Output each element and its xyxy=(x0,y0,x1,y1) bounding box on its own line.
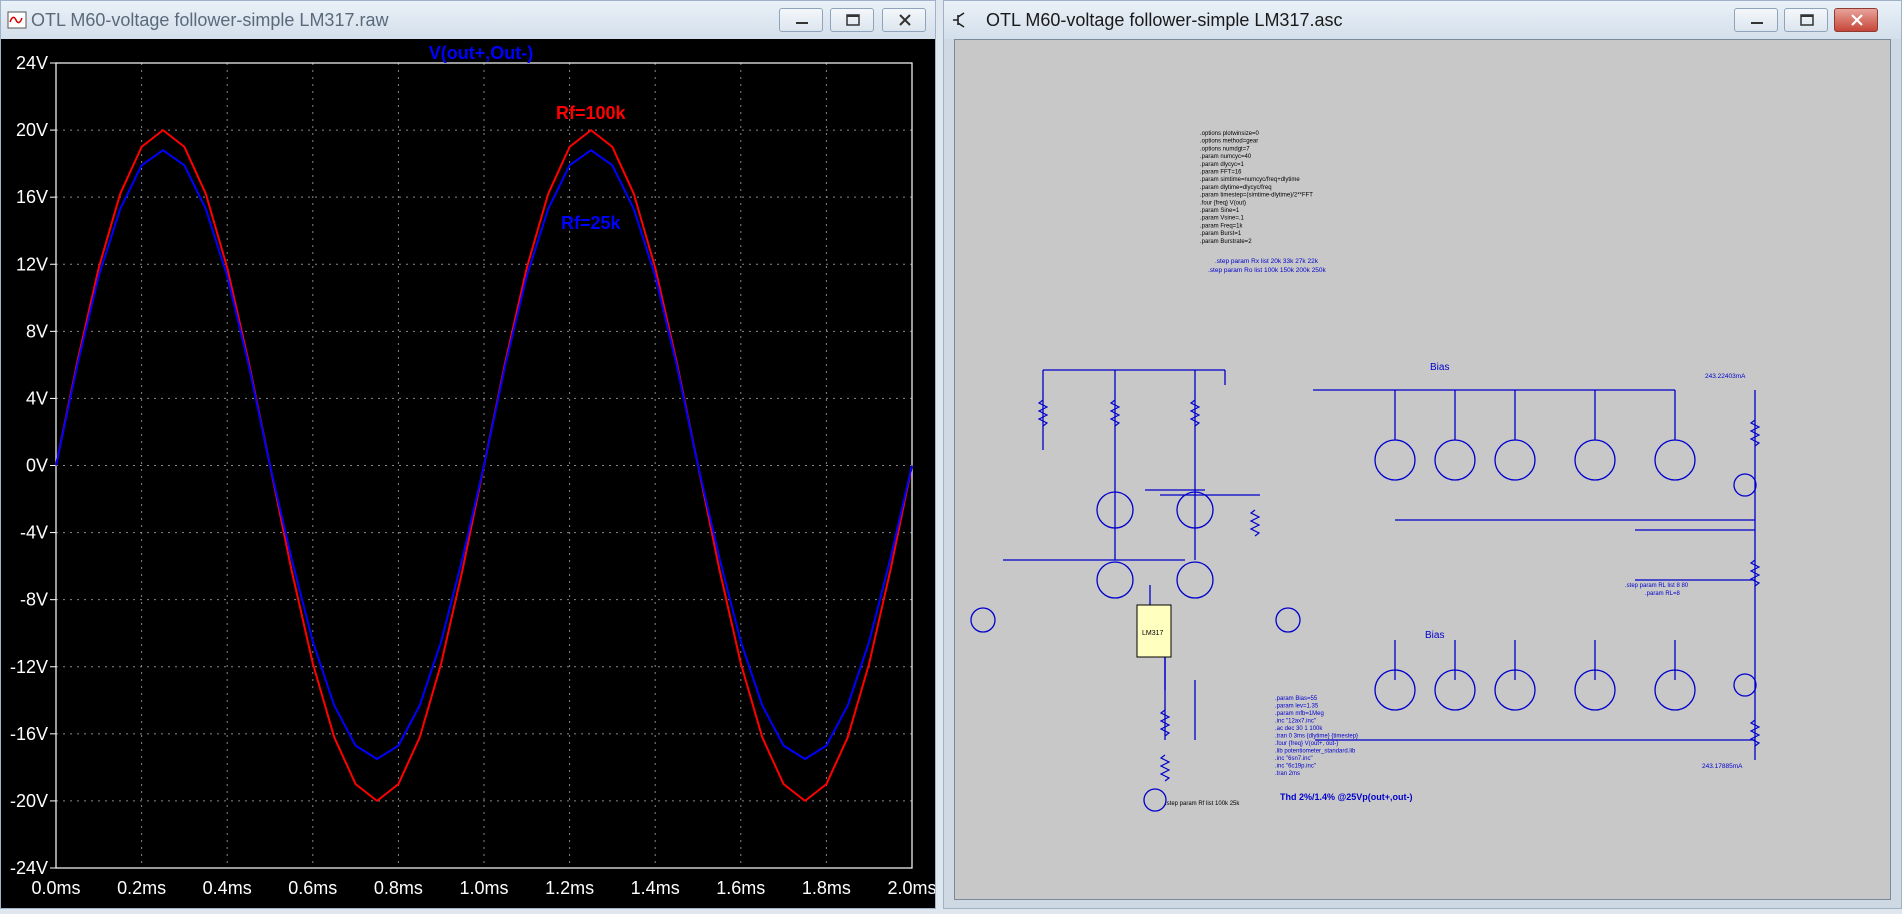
param-directives: .param Bias=55 .param lev=1.35.param mfb=… xyxy=(1275,696,1358,777)
x-tick-label: 0.0ms xyxy=(31,878,80,898)
close-icon xyxy=(1851,14,1863,26)
x-tick-label: 0.2ms xyxy=(117,878,166,898)
schematic-close-button[interactable] xyxy=(1834,8,1878,32)
schematic-canvas[interactable]: .options plotwinsize=0 .options method=ge… xyxy=(954,39,1891,900)
y-tick-label: 4V xyxy=(26,388,48,408)
x-tick-label: 1.8ms xyxy=(802,878,851,898)
maximize-button[interactable] xyxy=(830,8,874,32)
x-tick-label: 0.8ms xyxy=(374,878,423,898)
param-line-2: .param mfb=1Meg xyxy=(1275,711,1324,717)
x-tick-label: 1.0ms xyxy=(459,878,508,898)
maximize-icon xyxy=(846,14,860,26)
param-line-6: .four {freq} V(out+, out-) xyxy=(1275,741,1338,747)
directive-line-3: .param numcyc=40 xyxy=(1200,154,1252,160)
waveform-plot-area[interactable]: 0.0ms 0.2ms 0.4ms 0.6ms 0.8ms 1.0ms 1.2ms 1.4ms… xyxy=(1,39,937,909)
schematic-titlebar[interactable]: OTL M60-voltage follower-simple LM317.as… xyxy=(944,1,1901,39)
x-tick-label: 0.6ms xyxy=(288,878,337,898)
waveform-window-title: OTL M60-voltage follower-simple LM317.ra… xyxy=(31,10,389,30)
current-top: 243.22403mA xyxy=(1705,373,1746,380)
y-tick-label: 8V xyxy=(26,321,48,341)
directive-line-6: .param simtime=numcyc/freq+dlytime xyxy=(1200,177,1300,183)
lm317-label: LM317 xyxy=(1142,630,1164,637)
thd-annotation: Thd 2%/1.4% @25Vp(out+,out-) xyxy=(1280,792,1413,802)
x-tick-label: 0.4ms xyxy=(203,878,252,898)
param-line-5: .tran 0 3ms {dlytime} {timestep} xyxy=(1275,734,1358,740)
y-tick-label: -4V xyxy=(20,523,48,543)
label-rf100k: Rf=100k xyxy=(556,103,627,123)
directive-line-14: .param Burstrate=2 xyxy=(1200,239,1252,245)
directive-line-9: .four {freq} V(out) xyxy=(1200,200,1246,206)
label-rf25k: Rf=25k xyxy=(561,213,622,233)
directive-line-11: .param Vsine=.1 xyxy=(1200,216,1245,222)
directive-line-0: .options plotwinsize=0 xyxy=(1200,131,1260,137)
y-tick-label: 24V xyxy=(16,53,48,73)
directive-line-2: .options numdgt=7 xyxy=(1200,146,1250,152)
waveform-window[interactable]: OTL M60-voltage follower-simple LM317.ra… xyxy=(0,0,937,909)
current-bottom: 243.17885mA xyxy=(1702,763,1743,770)
waveform-titlebar[interactable]: OTL M60-voltage follower-simple LM317.ra… xyxy=(1,1,935,39)
directive-line-12: .param Freq=1k xyxy=(1200,223,1244,229)
schematic-minimize-button[interactable] xyxy=(1734,8,1778,32)
param-line-9: .inc "6c19p.inc" xyxy=(1275,764,1316,770)
bias-label-top: Bias xyxy=(1430,362,1449,373)
bias-label-bottom: Bias xyxy=(1425,630,1444,641)
directive-line-7: .param dlytime=dlycyc/freq xyxy=(1200,185,1272,191)
schematic-app-icon xyxy=(953,12,965,28)
schematic-window-title: OTL M60-voltage follower-simple LM317.as… xyxy=(986,10,1343,30)
y-tick-label: -20V xyxy=(10,791,48,811)
maximize-icon xyxy=(1800,14,1814,26)
minimize-icon xyxy=(796,22,808,24)
schematic-maximize-button[interactable] xyxy=(1784,8,1828,32)
y-tick-label: 12V xyxy=(16,254,48,274)
y-tick-label: -24V xyxy=(10,858,48,878)
y-tick-label: -12V xyxy=(10,657,48,677)
y-tick-label: -8V xyxy=(20,590,48,610)
y-tick-label: -16V xyxy=(10,724,48,744)
plot-title: V(out+,Out-) xyxy=(429,43,533,63)
param-line-3: .inc "12ax7.inc" xyxy=(1275,719,1316,725)
y-tick-label: 20V xyxy=(16,120,48,140)
waveform-app-icon xyxy=(7,11,27,29)
step-ro-directive: .step param Ro list 100k 150k 200k 250k xyxy=(1208,267,1327,274)
x-tick-label: 1.6ms xyxy=(716,878,765,898)
param-line-7: .lib potentiometer_standard.lib xyxy=(1275,749,1356,755)
param-line-10: .tran 2ms xyxy=(1275,771,1300,777)
waveform-chart[interactable]: 0.0ms 0.2ms 0.4ms 0.6ms 0.8ms 1.0ms 1.2ms 1.4ms… xyxy=(1,39,937,909)
directive-line-5: .param FFT=16 xyxy=(1200,170,1242,176)
param-line-4: .ac dec 30 1 100k xyxy=(1275,726,1323,732)
directive-line-8: .param timestep=(simtime-dlytime)/2**FFT xyxy=(1200,193,1313,199)
directive-line-10: .param Sine=1 xyxy=(1200,208,1240,214)
minimize-button[interactable] xyxy=(779,8,823,32)
close-icon xyxy=(899,14,911,26)
y-tick-label: 0V xyxy=(26,456,48,476)
minimize-icon xyxy=(1751,22,1763,24)
x-tick-label: 2.0ms xyxy=(887,878,935,898)
x-tick-label: 1.2ms xyxy=(545,878,594,898)
directive-line-13: .param Burst=1 xyxy=(1200,231,1242,237)
directive-line-4: .param dlycyc=1 xyxy=(1200,162,1245,168)
param-rl-directive: .param RL=8 xyxy=(1645,591,1681,597)
series-line-1 xyxy=(55,149,913,760)
param-line-1: .param lev=1.35 xyxy=(1275,704,1319,710)
schematic-window[interactable]: OTL M60-voltage follower-simple LM317.as… xyxy=(943,0,1902,909)
y-tick-label: 16V xyxy=(16,187,48,207)
x-tick-label: 1.4ms xyxy=(631,878,680,898)
close-button[interactable] xyxy=(882,8,926,32)
directive-line-1: .options method=gear xyxy=(1200,139,1258,145)
step-rl-directive: .step param RL list 8 80 xyxy=(1625,583,1689,589)
param-line-8: .inc "6sn7.inc" xyxy=(1275,756,1313,762)
vacuum-tubes xyxy=(970,439,1757,812)
schematic-drawing[interactable]: .options plotwinsize=0 .options method=ge… xyxy=(955,40,1892,902)
step-rx-directive: .step param Rx list 20k 33k 27k 22k xyxy=(1215,258,1319,265)
step-rf-directive: .step param Rf list 100k 25k xyxy=(1165,801,1240,807)
spice-directives: .options plotwinsize=0 .options method=ge… xyxy=(1200,131,1313,245)
param-line-0: .param Bias=55 xyxy=(1275,696,1318,702)
